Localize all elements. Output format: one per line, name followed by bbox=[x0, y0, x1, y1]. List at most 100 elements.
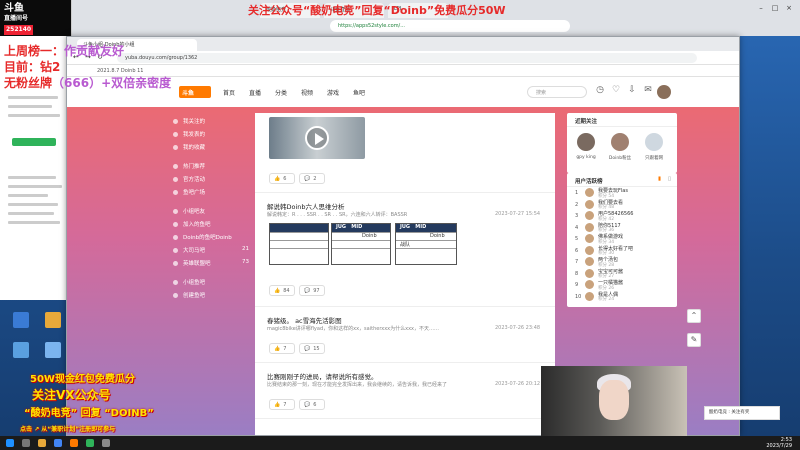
avatar bbox=[585, 199, 594, 209]
side-item[interactable]: 我的收藏 bbox=[171, 143, 253, 156]
nav-video[interactable]: 视频 bbox=[301, 88, 313, 97]
post-image-table[interactable]: JUG MID Doinb 战队 bbox=[395, 223, 457, 265]
comment-button[interactable]: 💬 15 bbox=[299, 343, 325, 354]
like-button[interactable]: 👍 84 bbox=[269, 285, 295, 296]
side-item-label: 英雄联盟吧 bbox=[183, 261, 211, 267]
card-title: 用户活跃榜 ▮ ▯ bbox=[567, 173, 677, 187]
avatar[interactable] bbox=[577, 133, 595, 151]
comment-button[interactable]: 💬 6 bbox=[299, 399, 325, 410]
table-row bbox=[396, 248, 456, 256]
side-item[interactable]: 英雄联盟吧 73 bbox=[171, 259, 253, 272]
side-item[interactable]: 加入的鱼吧 bbox=[171, 220, 253, 233]
edit-post-button[interactable]: ✎ bbox=[687, 333, 701, 347]
info-icon[interactable]: ▯ bbox=[668, 176, 671, 182]
nav-live[interactable]: 直播 bbox=[249, 88, 261, 97]
desktop-icon[interactable] bbox=[38, 312, 68, 330]
table-header-cell: JUG bbox=[400, 224, 411, 230]
rank-row[interactable]: 9 一只橘猫酱 积分 26 bbox=[567, 279, 677, 291]
avatar[interactable] bbox=[645, 133, 663, 151]
desktop-icon[interactable] bbox=[6, 342, 36, 360]
side-item[interactable]: 大司马吧 21 bbox=[171, 246, 253, 259]
rank-icon[interactable]: ▮ bbox=[658, 176, 661, 182]
nav-home[interactable]: 首页 bbox=[223, 88, 235, 97]
history-icon[interactable]: ◷ bbox=[593, 85, 607, 99]
avatar[interactable] bbox=[611, 133, 629, 151]
post-title[interactable]: 春猪级。 ac雪海先活影图 bbox=[267, 315, 342, 325]
post-card[interactable]: 比赛刚刚子的进局，请帮说所有感觉。 比赛结束的那一刻，现在才能完全发挥出来，我会… bbox=[255, 363, 555, 419]
side-item-label: 热门推荐 bbox=[183, 164, 206, 170]
nav-game[interactable]: 游戏 bbox=[327, 88, 339, 97]
rank-row[interactable]: 3 用户58426566 积分 42 bbox=[567, 210, 677, 222]
rank-row[interactable]: 4 陪你5117 积分 36 bbox=[567, 222, 677, 233]
side-item[interactable]: 官方活动 bbox=[171, 175, 253, 188]
minimize-icon[interactable]: – bbox=[756, 4, 766, 14]
follow-icon[interactable]: ♡ bbox=[609, 85, 623, 99]
avatar-name[interactable]: 只跟着网 bbox=[639, 155, 669, 161]
message-icon[interactable]: ✉ bbox=[641, 85, 655, 99]
desktop-icon[interactable] bbox=[6, 312, 36, 330]
video-thumbnail[interactable] bbox=[269, 117, 365, 159]
nav-category[interactable]: 分类 bbox=[275, 88, 287, 97]
avatar-name[interactable]: Doinb粉丝 bbox=[605, 155, 635, 161]
like-button[interactable]: 👍 6 bbox=[269, 173, 295, 184]
background-url-bar[interactable]: https://apps52style.com/... bbox=[330, 20, 570, 32]
side-item[interactable]: 我发表的 bbox=[171, 130, 253, 143]
like-button[interactable]: 👍 7 bbox=[269, 343, 295, 354]
rank-row[interactable]: 5 佛系做游戏 积分 34 bbox=[567, 233, 677, 245]
side-item[interactable]: 小组吧友 bbox=[171, 207, 253, 220]
rank-row[interactable]: 10 我是人偶 积分 24 bbox=[567, 291, 677, 302]
avatar bbox=[585, 211, 594, 220]
post-excerpt: 比赛结束的那一刻，现在才能完全发挥出来，我会继续的，请告诉我，我已经来了 bbox=[267, 382, 448, 388]
scroll-top-button[interactable]: ⌃ bbox=[687, 309, 701, 323]
post-title[interactable]: 解说韩Doinb六人思维分析 bbox=[267, 201, 345, 211]
maximize-icon[interactable]: □ bbox=[770, 4, 780, 14]
avatar-name[interactable]: gpy king bbox=[571, 155, 601, 160]
site-logo[interactable]: 斗鱼 bbox=[179, 86, 211, 98]
overlay-line-2: 目前：钻2 bbox=[4, 60, 61, 74]
start-icon[interactable] bbox=[6, 439, 14, 447]
menu-dot-icon bbox=[173, 293, 178, 298]
rank-row[interactable]: 2 我们要去看 积分 48 bbox=[567, 199, 677, 210]
side-item[interactable]: 创建鱼吧 bbox=[171, 291, 253, 304]
explorer-icon[interactable] bbox=[38, 439, 46, 447]
post-image-table[interactable]: JUG MID Doinb bbox=[331, 223, 391, 265]
wechat-icon[interactable] bbox=[86, 439, 94, 447]
rank-row[interactable]: 7 两个汤包 积分 28 bbox=[567, 256, 677, 268]
side-item[interactable]: 我关注的 bbox=[171, 117, 253, 130]
side-item[interactable]: Doinb的鱼吧Doinb bbox=[171, 233, 253, 246]
confirm-button[interactable] bbox=[12, 138, 56, 146]
close-icon[interactable]: × bbox=[784, 4, 794, 14]
search-input[interactable]: 搜索 bbox=[527, 86, 587, 98]
rank-row[interactable]: 8 宝宝可可酱 积分 27 bbox=[567, 268, 677, 279]
url-input[interactable]: yuba.douyu.com/group/1362 bbox=[117, 53, 697, 63]
rank-row[interactable]: 1 我要去玩Flas 积分 54 bbox=[567, 187, 677, 199]
post-title[interactable]: 比赛刚刚子的进局，请帮说所有感觉。 bbox=[267, 371, 378, 381]
side-item[interactable]: 小组鱼吧 bbox=[171, 278, 253, 291]
comment-button[interactable]: 💬 97 bbox=[299, 285, 325, 296]
system-clock[interactable]: 2:53 2023/7/29 bbox=[766, 437, 792, 449]
search-icon[interactable] bbox=[22, 439, 30, 447]
side-item[interactable]: 鱼吧广场 bbox=[171, 188, 253, 201]
post-card[interactable]: 解说韩Doinb六人思维分析 解说韩定：R . . . SSR . . SR .… bbox=[255, 193, 555, 307]
post-card[interactable]: 👍 6 💬 2 bbox=[255, 113, 555, 193]
post-time: 2023-07-27 15:54 bbox=[495, 211, 541, 217]
play-icon[interactable] bbox=[305, 126, 329, 150]
chrome-icon[interactable] bbox=[54, 439, 62, 447]
app-icon[interactable] bbox=[102, 439, 110, 447]
desktop-icon[interactable] bbox=[38, 342, 68, 360]
post-card[interactable]: 春猪级。 ac雪海先活影图 magic8bike讲评哪flyad，你和这样的xx… bbox=[255, 307, 555, 363]
avatar bbox=[585, 222, 594, 232]
user-avatar[interactable] bbox=[657, 85, 671, 99]
table-row bbox=[270, 240, 328, 248]
nav-yuba[interactable]: 鱼吧 bbox=[353, 88, 365, 97]
like-button[interactable]: 👍 7 bbox=[269, 399, 295, 410]
post-image-table[interactable] bbox=[269, 223, 329, 265]
download-icon[interactable]: ⇩ bbox=[625, 85, 639, 99]
logo-sub: 直播间号 bbox=[4, 15, 29, 22]
rank-row[interactable]: 6 长得太好看了吧 积分 30 bbox=[567, 245, 677, 256]
side-item[interactable]: 热门推荐 bbox=[171, 162, 253, 175]
comment-count: 97 bbox=[313, 288, 320, 294]
comment-button[interactable]: 💬 2 bbox=[299, 173, 325, 184]
douyu-icon[interactable] bbox=[70, 439, 78, 447]
notification-toast[interactable]: 酸奶电竞 : 关注有奖 bbox=[704, 406, 780, 420]
